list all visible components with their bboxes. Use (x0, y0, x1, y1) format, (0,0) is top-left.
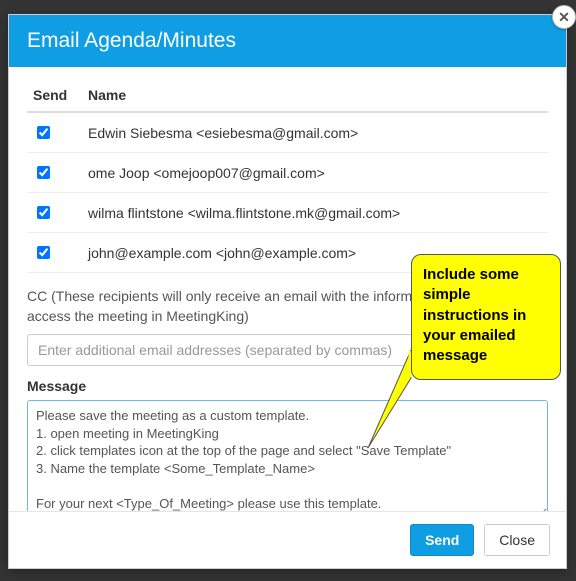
table-row: Edwin Siebesma <esiebesma@gmail.com> (27, 112, 548, 153)
send-checkbox[interactable] (37, 166, 50, 179)
table-row: wilma flintstone <wilma.flintstone.mk@gm… (27, 193, 548, 233)
send-checkbox[interactable] (37, 126, 50, 139)
modal-footer: Send Close (9, 511, 566, 568)
table-row: ome Joop <omejoop007@gmail.com> (27, 153, 548, 193)
send-checkbox[interactable] (37, 206, 50, 219)
callout-text: Include some simple instructions in your… (411, 254, 561, 380)
col-header-name: Name (82, 79, 548, 112)
close-icon[interactable]: ✕ (552, 5, 576, 29)
close-x-glyph: ✕ (558, 9, 570, 26)
annotation-callout: Include some simple instructions in your… (411, 254, 561, 380)
recipients-table: Send Name Edwin Siebesma <esiebesma@gmai… (27, 79, 548, 273)
col-header-send: Send (27, 79, 82, 112)
message-label: Message (27, 378, 548, 394)
close-button[interactable]: Close (484, 524, 550, 556)
recipient-name: Edwin Siebesma <esiebesma@gmail.com> (82, 112, 548, 153)
send-checkbox[interactable] (37, 246, 50, 259)
recipient-name: ome Joop <omejoop007@gmail.com> (82, 153, 548, 193)
recipient-name: wilma flintstone <wilma.flintstone.mk@gm… (82, 193, 548, 233)
send-button[interactable]: Send (410, 524, 474, 556)
modal-title: Email Agenda/Minutes (9, 15, 566, 67)
message-textarea[interactable] (27, 400, 548, 518)
